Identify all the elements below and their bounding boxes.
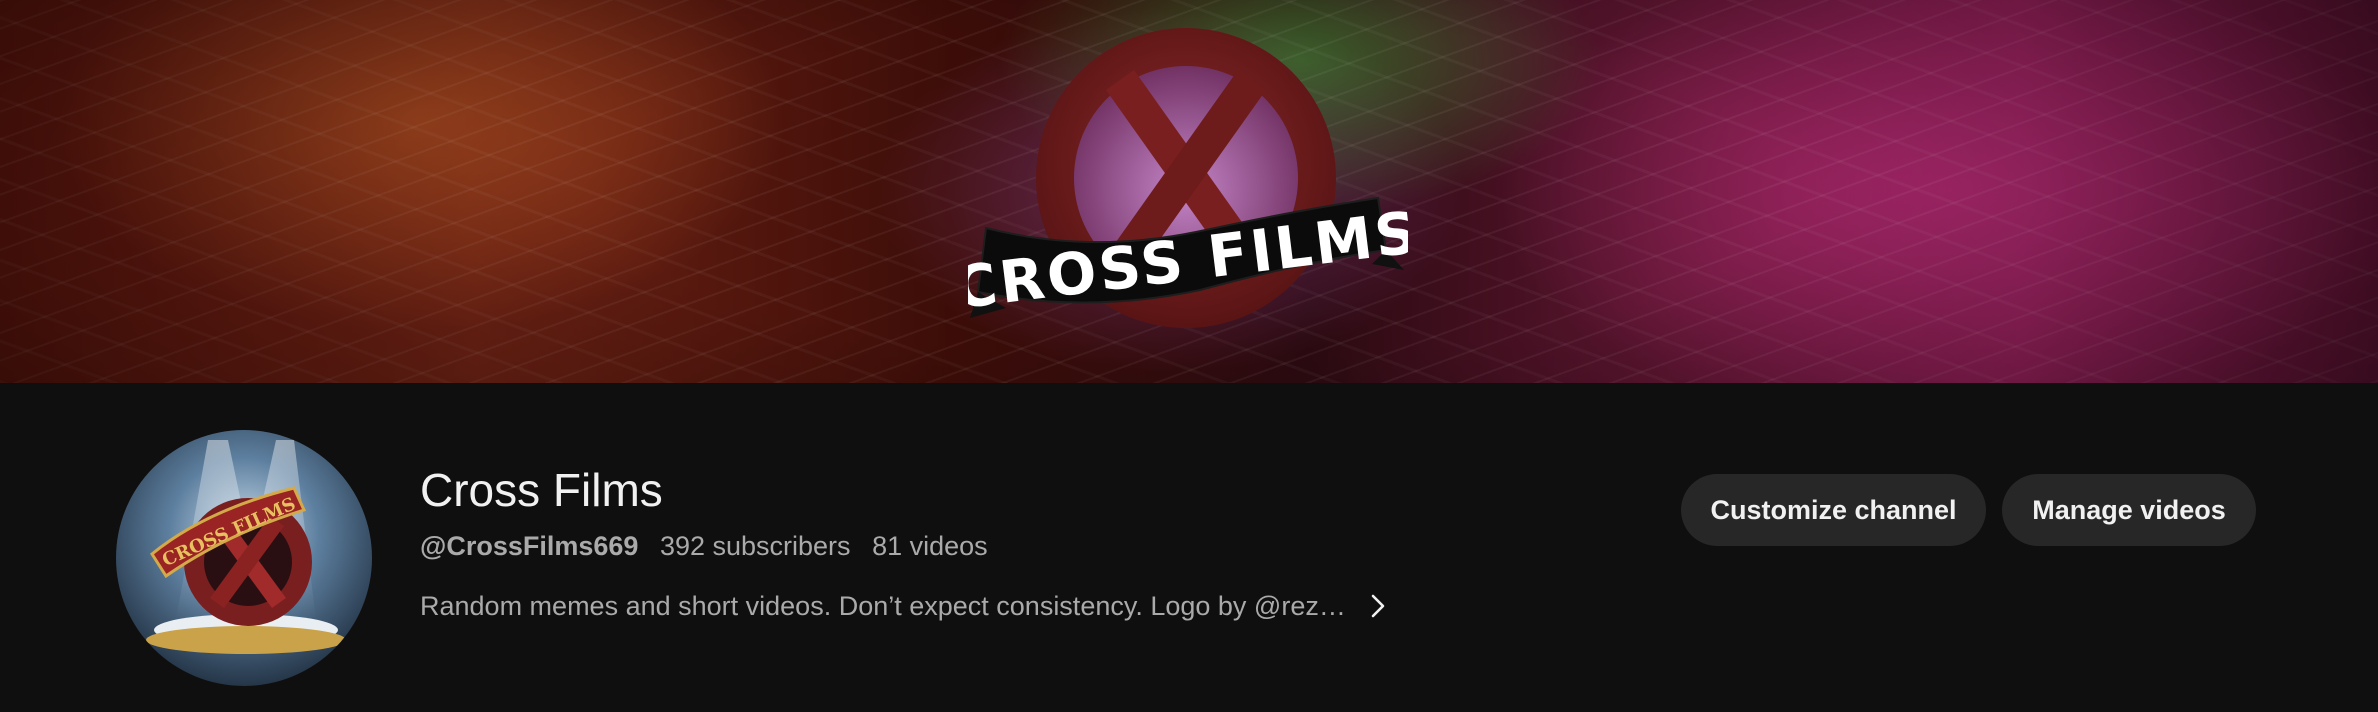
channel-handle: @CrossFilms669 <box>420 531 639 561</box>
channel-description: Random memes and short videos. Don’t exp… <box>420 591 1346 621</box>
channel-page: CROSS FILMS CROSS FILMS Cross Films @Cro… <box>0 0 2378 712</box>
channel-banner: CROSS FILMS <box>0 0 2378 383</box>
customize-channel-button[interactable]: Customize channel <box>1681 474 1986 546</box>
channel-description-link[interactable]: Random memes and short videos. Don’t exp… <box>420 588 1388 624</box>
channel-meta: @CrossFilms669 392 subscribers 81 videos <box>420 528 1388 564</box>
banner-logo: CROSS FILMS <box>968 28 1408 328</box>
channel-name: Cross Films <box>420 464 663 516</box>
subscriber-count: 392 subscribers <box>659 531 851 561</box>
chevron-right-icon <box>1371 594 1385 618</box>
manage-videos-button[interactable]: Manage videos <box>2002 474 2256 546</box>
video-count: 81 videos <box>872 531 988 561</box>
channel-avatar[interactable]: CROSS FILMS <box>116 430 372 686</box>
avatar-image: CROSS FILMS <box>116 430 372 686</box>
channel-info: Cross Films @CrossFilms669 392 subscribe… <box>420 462 1388 624</box>
